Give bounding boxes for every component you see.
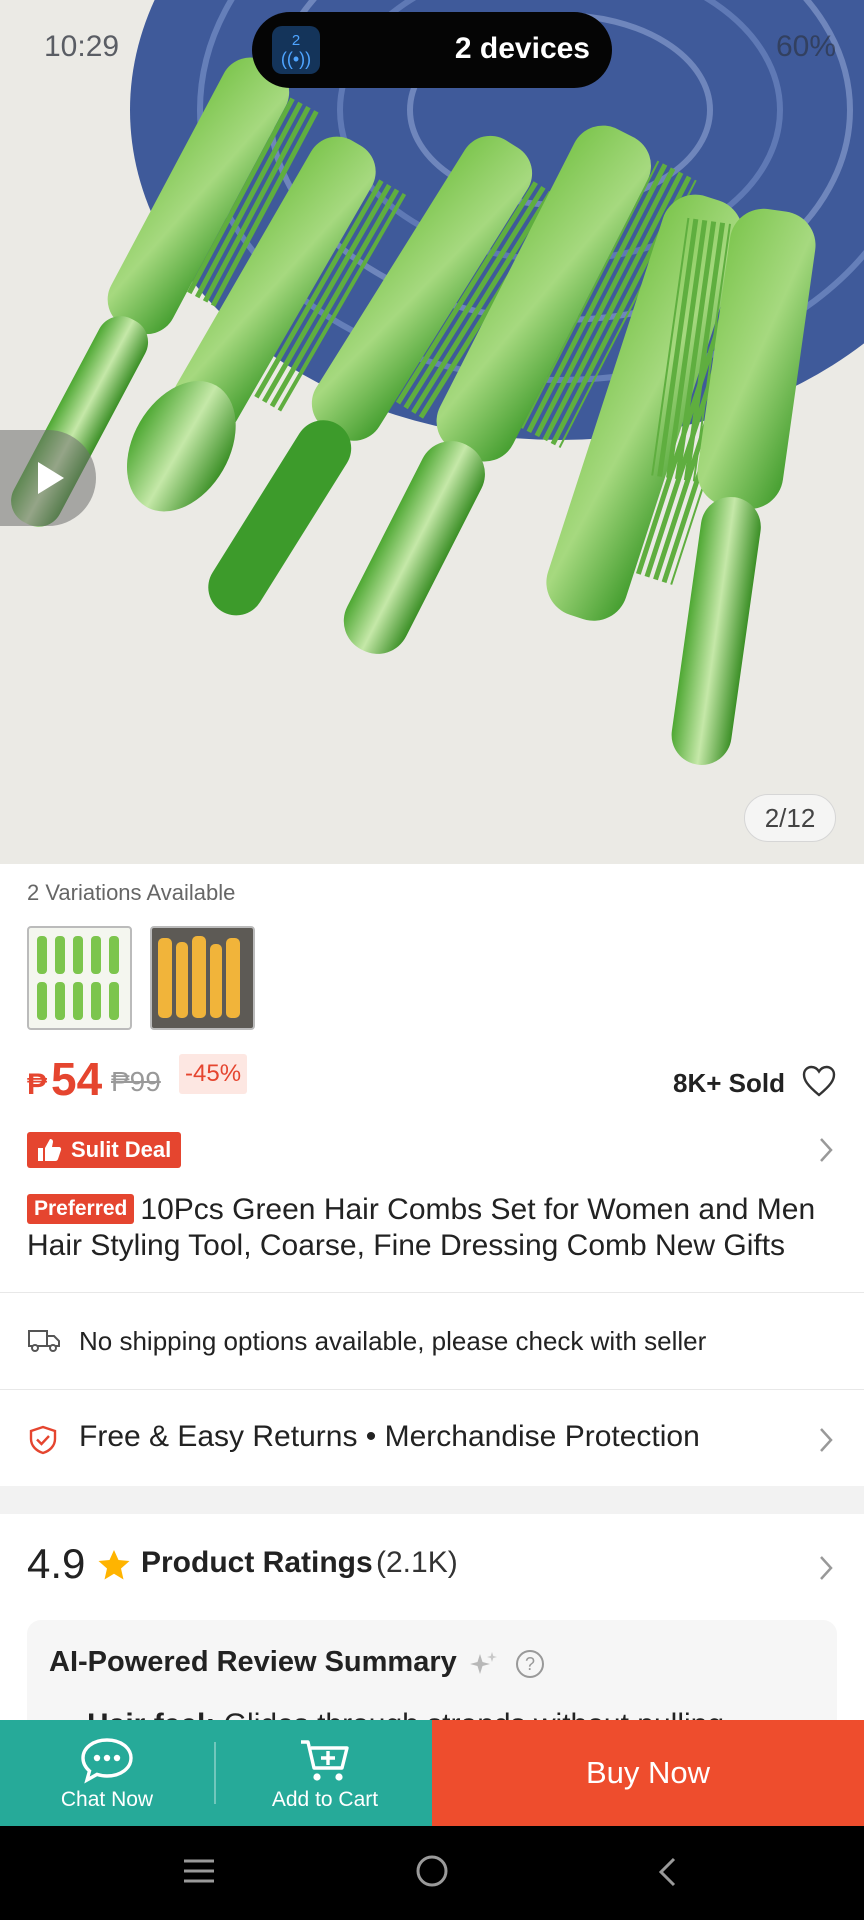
sparkle-icon	[470, 1652, 497, 1674]
add-to-cart-button[interactable]: Add to Cart	[218, 1720, 432, 1826]
play-video-button[interactable]	[0, 430, 96, 526]
button-separator	[214, 1742, 216, 1804]
ai-summary-title: AI-Powered Review Summary	[49, 1646, 457, 1678]
chat-now-button[interactable]: Chat Now	[0, 1720, 214, 1826]
ratings-label: Product Ratings	[141, 1546, 373, 1579]
help-icon[interactable]: ?	[516, 1650, 544, 1678]
sulit-deal-label: Sulit Deal	[71, 1137, 172, 1162]
product-title: Preferred 10Pcs Green Hair Combs Set for …	[27, 1192, 847, 1264]
preferred-badge: Preferred	[27, 1194, 135, 1224]
devices-label: 2 devices	[454, 32, 590, 65]
teal-button-group: Chat Now Add to Cart	[0, 1720, 432, 1826]
product-image-gallery[interactable]: 10:29 60% 2 ((•)) 2 devices 2/12	[0, 0, 864, 864]
home-icon[interactable]	[415, 1854, 449, 1888]
chat-bubble-icon	[81, 1738, 133, 1784]
sold-count: 8K+ Sold	[673, 1068, 785, 1098]
returns-row[interactable]: Free & Easy Returns • Merchandise Protec…	[0, 1390, 864, 1486]
discount-badge: -45%	[179, 1054, 248, 1094]
status-time: 10:29	[44, 30, 120, 63]
green-combs-thumbnail	[37, 936, 119, 1020]
variation-thumb-green[interactable]	[27, 926, 132, 1030]
price-row: ₱ 54 ₱99 -45% 8K+ Sold	[27, 1050, 837, 1110]
product-title-text: 10Pcs Green Hair Combs Set for Women and…	[27, 1193, 816, 1262]
status-bar: 10:29 60% 2 ((•)) 2 devices	[0, 0, 864, 96]
shipping-text: No shipping options available, please ch…	[79, 1326, 707, 1356]
ratings-count: (2.1K)	[376, 1546, 458, 1579]
devices-count: 2	[291, 32, 301, 49]
bottom-action-bar: Chat Now Add to Cart Buy Now	[0, 1720, 864, 1826]
heart-icon[interactable]	[801, 1064, 837, 1098]
rating-score: 4.9	[27, 1540, 86, 1587]
returns-text: Free & Easy Returns • Merchandise Protec…	[79, 1420, 700, 1453]
section-gap	[0, 1486, 864, 1514]
original-price: ₱99	[111, 1066, 161, 1097]
devices-pill[interactable]: 2 ((•)) 2 devices	[252, 12, 612, 88]
variations-label: 2 Variations Available	[27, 880, 236, 905]
image-counter: 2/12	[744, 794, 836, 842]
cart-plus-icon	[301, 1740, 349, 1781]
chevron-right-icon	[820, 1428, 833, 1452]
ratings-row[interactable]: 4.9 Product Ratings (2.1K)	[0, 1514, 864, 1614]
add-to-cart-label: Add to Cart	[271, 1788, 379, 1811]
thumbs-up-icon	[38, 1139, 62, 1161]
currency-symbol: ₱	[27, 1068, 48, 1101]
chevron-right-icon	[820, 1556, 833, 1580]
buy-now-button[interactable]: Buy Now	[432, 1720, 864, 1826]
chevron-right-icon[interactable]	[818, 1136, 834, 1164]
battery-level: 60%	[775, 30, 836, 63]
back-icon[interactable]	[656, 1856, 678, 1888]
product-photo	[0, 0, 864, 864]
system-navigation-bar	[0, 1826, 864, 1920]
chat-now-label: Chat Now	[60, 1788, 154, 1811]
broadcast-icon: 2 ((•))	[272, 26, 320, 74]
menu-icon[interactable]	[182, 1856, 216, 1886]
shield-check-icon	[29, 1425, 57, 1455]
current-price: 54	[51, 1053, 103, 1105]
yellow-combs-thumbnail	[158, 936, 240, 1018]
star-icon	[98, 1550, 130, 1580]
variation-thumb-yellow[interactable]	[150, 926, 255, 1030]
shipping-row: No shipping options available, please ch…	[0, 1292, 864, 1388]
sulit-deal-badge[interactable]: Sulit Deal	[27, 1132, 182, 1168]
truck-icon	[28, 1330, 60, 1352]
play-icon	[38, 462, 64, 494]
